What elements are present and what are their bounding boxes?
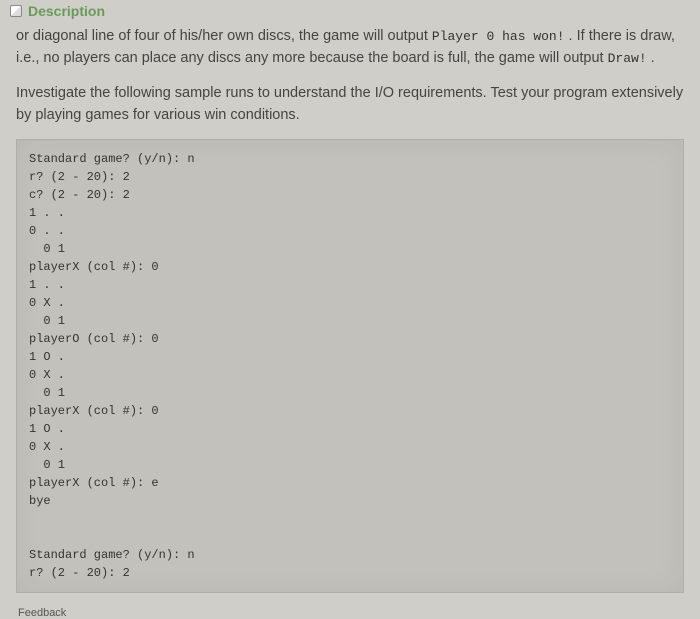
footer-cutoff-text: Feedback (0, 607, 700, 619)
content-area: or diagonal line of four of his/her own … (0, 21, 700, 603)
paragraph-1: or diagonal line of four of his/her own … (16, 25, 684, 70)
section-header: Description (0, 0, 700, 21)
para1-code-won: Player 0 has won! (432, 29, 565, 44)
para1-text-end: . (647, 50, 655, 66)
description-icon (10, 5, 22, 17)
para1-code-draw: Draw! (608, 51, 647, 66)
sample-run-code: Standard game? (y/n): n r? (2 - 20): 2 c… (16, 139, 684, 593)
section-title: Description (28, 3, 105, 19)
paragraph-2: Investigate the following sample runs to… (16, 82, 684, 127)
para1-text-pre: or diagonal line of four of his/her own … (16, 28, 432, 44)
